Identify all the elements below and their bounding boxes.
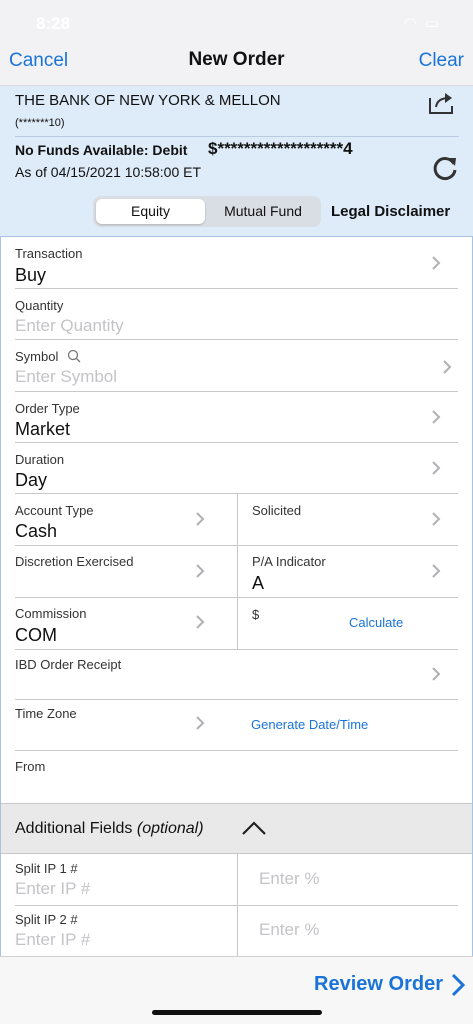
chevron-right-icon	[196, 564, 205, 578]
from-label: From	[15, 759, 46, 774]
dollar-label: $	[252, 607, 260, 622]
ibd-order-receipt-row[interactable]: IBD Order Receipt	[1, 650, 472, 699]
quantity-input[interactable]: Enter Quantity	[15, 316, 124, 336]
additional-fields-title: Additional Fields	[15, 820, 133, 837]
split-ip-1-percent-input[interactable]: Enter %	[259, 869, 319, 889]
chevron-right-icon	[443, 360, 452, 374]
status-icons: ◠▭	[404, 14, 447, 32]
duration-value: Day	[15, 470, 48, 490]
commission-amount-field: $ Calculate	[238, 598, 472, 649]
pa-indicator-field[interactable]: P/A Indicator A	[238, 546, 472, 597]
generate-date-time-button[interactable]: Generate Date/Time	[251, 717, 368, 732]
chevron-right-icon	[432, 256, 441, 270]
chevron-up-icon	[242, 821, 266, 835]
legal-disclaimer-link[interactable]: Legal Disclaimer	[331, 203, 450, 220]
calculate-button[interactable]: Calculate	[349, 615, 403, 630]
footer-bar: Review Order	[0, 956, 473, 1024]
transaction-label: Transaction	[15, 246, 83, 261]
chevron-right-icon	[196, 716, 205, 730]
chevron-right-icon	[432, 564, 441, 578]
chevron-right-icon[interactable]	[451, 973, 465, 997]
additional-fields-label: Additional Fields (optional)	[15, 820, 204, 838]
chevron-right-icon	[432, 410, 441, 424]
tab-mutual-fund[interactable]: Mutual Fund	[208, 199, 318, 224]
symbol-label: Symbol	[15, 349, 59, 364]
wifi-icon: ◠	[403, 15, 425, 32]
split-ip-2-input[interactable]: Enter IP #	[15, 930, 90, 950]
optional-label: (optional)	[136, 820, 204, 837]
additional-fields-header[interactable]: Additional Fields (optional)	[1, 803, 472, 854]
quantity-label: Quantity	[15, 298, 64, 313]
time-zone-field[interactable]: Time Zone	[1, 700, 237, 750]
account-type-field[interactable]: Account Type Cash	[1, 494, 237, 545]
split-ip-2-percent-input[interactable]: Enter %	[259, 920, 319, 940]
clear-button[interactable]: Clear	[419, 50, 464, 72]
order-type-label: Order Type	[15, 401, 80, 416]
time-zone-label: Time Zone	[15, 706, 77, 721]
nav-bar: Cancel New Order Clear	[0, 40, 473, 86]
pa-indicator-label: P/A Indicator	[252, 554, 326, 569]
commission-field[interactable]: Commission COM	[1, 598, 237, 649]
split-ip-2-label: Split IP 2 #	[15, 912, 78, 927]
home-indicator	[152, 1010, 322, 1015]
symbol-input[interactable]: Enter Symbol	[15, 367, 117, 387]
as-of-timestamp: As of 04/15/2021 10:58:00 ET	[15, 164, 202, 180]
discretion-field[interactable]: Discretion Exercised	[1, 546, 237, 597]
account-type-label: Account Type	[15, 503, 94, 518]
split-ip-1-label: Split IP 1 #	[15, 861, 78, 876]
order-type-segmented-control: Equity Mutual Fund	[93, 196, 321, 227]
refresh-icon[interactable]	[429, 152, 461, 184]
duration-label: Duration	[15, 452, 65, 467]
page-title: New Order	[188, 49, 285, 70]
duration-row[interactable]: Duration Day	[1, 443, 472, 494]
status-time: 8:28	[36, 14, 71, 33]
review-order-button[interactable]: Review Order	[314, 973, 443, 996]
column-divider	[237, 494, 238, 649]
quantity-row: Quantity Enter Quantity	[1, 289, 472, 340]
search-icon	[67, 349, 81, 363]
symbol-row[interactable]: Symbol Enter Symbol	[1, 340, 472, 392]
account-header: THE BANK OF NEW YORK & MELLON (*******10…	[0, 86, 473, 236]
chevron-right-icon	[196, 512, 205, 526]
funds-label: No Funds Available: Debit	[15, 142, 188, 158]
battery-icon: ▭	[424, 15, 447, 32]
chevron-right-icon	[432, 667, 441, 681]
chevron-right-icon	[432, 461, 441, 475]
solicited-field[interactable]: Solicited	[238, 494, 472, 545]
funds-value: $*******************4	[208, 139, 353, 158]
status-bar: 8:28 ◠▭	[0, 0, 473, 40]
column-divider	[237, 854, 238, 957]
tab-equity[interactable]: Equity	[96, 199, 205, 224]
pa-indicator-value: A	[252, 573, 265, 593]
account-divider	[15, 136, 459, 137]
account-number: (*******10)	[15, 117, 65, 129]
order-type-value: Market	[15, 419, 71, 439]
time-zone-row: Time Zone Generate Date/Time	[1, 700, 472, 750]
account-type-value: Cash	[15, 521, 58, 541]
commission-label: Commission	[15, 606, 87, 621]
split-ip-1-input[interactable]: Enter IP #	[15, 879, 90, 899]
account-name: THE BANK OF NEW YORK & MELLON	[15, 92, 281, 109]
commission-value: COM	[15, 625, 57, 645]
order-type-row[interactable]: Order Type Market	[1, 392, 472, 443]
chevron-right-icon	[196, 615, 205, 629]
transaction-row[interactable]: Transaction Buy	[1, 237, 472, 289]
from-row[interactable]: From	[1, 751, 472, 803]
share-icon[interactable]	[427, 90, 457, 116]
ibd-order-receipt-label: IBD Order Receipt	[15, 657, 122, 672]
transaction-value: Buy	[15, 265, 47, 285]
discretion-label: Discretion Exercised	[15, 554, 134, 569]
solicited-label: Solicited	[252, 503, 302, 518]
order-form: Transaction Buy Quantity Enter Quantity …	[0, 236, 473, 957]
chevron-right-icon	[432, 512, 441, 526]
